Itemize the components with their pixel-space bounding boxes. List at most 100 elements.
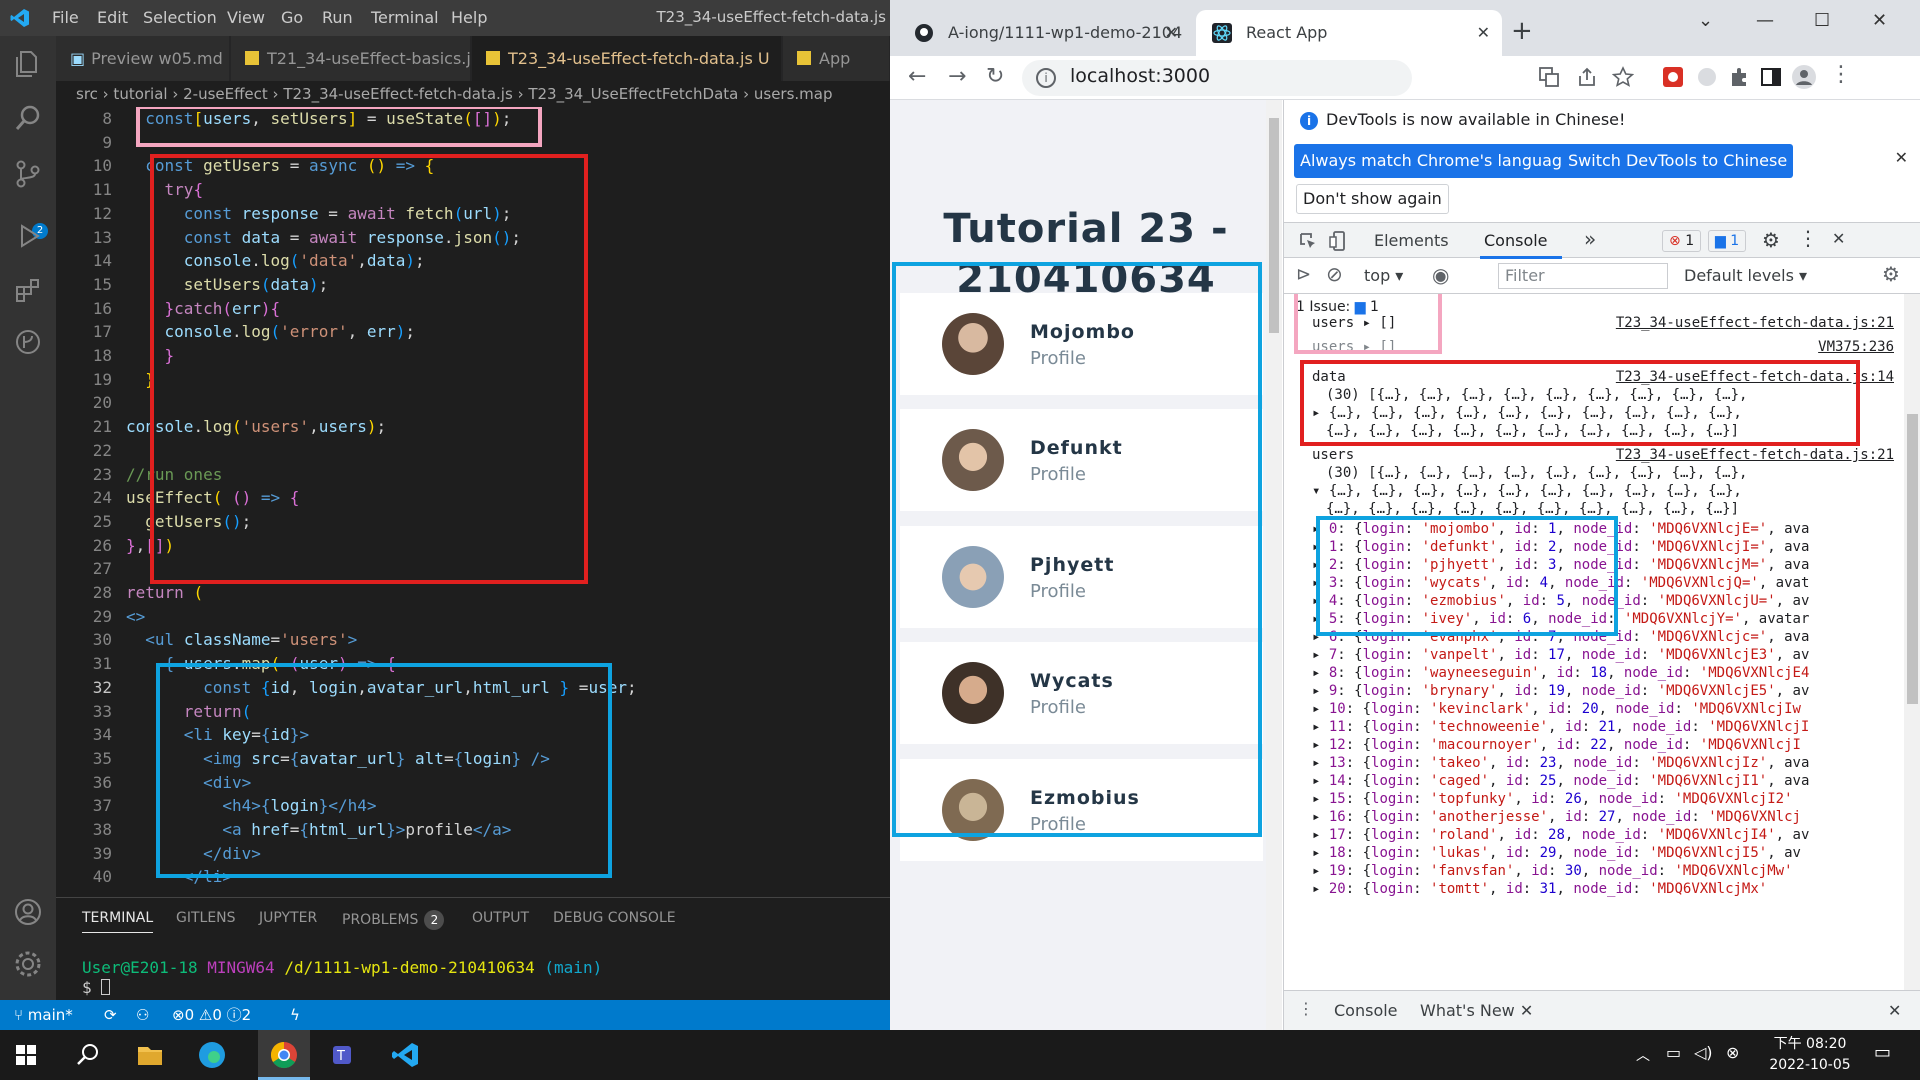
expand-arrow-icon[interactable]: ▸ <box>1312 881 1329 897</box>
expand-arrow-icon[interactable]: ▸ <box>1312 575 1329 591</box>
forward-arrow-icon[interactable]: → <box>948 64 966 89</box>
expand-arrow-icon[interactable]: ▸ <box>1312 809 1329 825</box>
expand-arrow-icon[interactable]: ▸ <box>1312 773 1329 789</box>
code-line[interactable]: setUsers(data); <box>126 273 329 297</box>
explorer-icon[interactable] <box>12 48 44 80</box>
profile-link[interactable]: Profile <box>1030 697 1086 718</box>
panel-tab-terminal[interactable]: TERMINAL <box>82 910 154 933</box>
menu-help[interactable]: Help <box>451 8 487 27</box>
code-line[interactable]: <h4>{login}</h4> <box>126 794 376 818</box>
close-devtools-icon[interactable]: ✕ <box>1832 229 1845 248</box>
volume-icon[interactable]: ◁) <box>1694 1043 1713 1062</box>
code-editor[interactable]: 8 const[users, setUsers] = useState([]);… <box>56 107 890 897</box>
code-line[interactable]: console.log('data',data); <box>126 249 425 273</box>
code-line[interactable]: },[]) <box>126 534 174 558</box>
side-panel-icon[interactable] <box>1760 66 1782 88</box>
chrome-icon[interactable] <box>264 1035 304 1075</box>
drawer-tab-whats-new[interactable]: What's New ✕ <box>1420 1001 1533 1020</box>
expand-arrow-icon[interactable]: ▸ <box>1312 611 1329 627</box>
code-line[interactable]: <div> <box>126 771 251 795</box>
code-line[interactable]: const response = await fetch(url); <box>126 202 512 226</box>
console-filter-input[interactable]: Filter <box>1498 263 1668 289</box>
mute-icon[interactable]: ⊗ <box>1726 1043 1739 1062</box>
array-entry-row[interactable]: ▸ 9: {login: 'brynary', id: 19, node_id:… <box>1284 682 1904 700</box>
tab-console[interactable]: Console <box>1484 231 1548 250</box>
console-settings-icon[interactable]: ⚙ <box>1882 262 1900 286</box>
array-entry-row[interactable]: ▸ 6: {login: 'evanphx', id: 7, node_id: … <box>1284 628 1904 646</box>
maximize-button[interactable]: ☐ <box>1814 10 1830 31</box>
console-message[interactable]: users ▸ [] VM375:236 <box>1284 338 1904 356</box>
panel-tab-problems[interactable]: PROBLEMS 2 <box>342 910 445 930</box>
extensions-puzzle-icon[interactable] <box>1728 66 1750 88</box>
expand-arrow-icon[interactable]: ▸ <box>1312 629 1329 645</box>
array-entry-row[interactable]: ▸ 2: {login: 'pjhyett', id: 3, node_id: … <box>1284 556 1904 574</box>
profile-link[interactable]: Profile <box>1030 581 1086 602</box>
settings-gear-icon[interactable] <box>12 948 44 980</box>
code-line[interactable]: <img src={avatar_url} alt={login} /> <box>126 747 550 771</box>
close-tab-icon[interactable]: ✕ <box>1165 10 1178 56</box>
log-levels-select[interactable]: Default levels ▾ <box>1684 266 1807 285</box>
gitlens-icon[interactable] <box>12 326 44 358</box>
chrome-menu-icon[interactable]: ⋮ <box>1830 62 1852 87</box>
code-line[interactable]: } <box>126 368 155 392</box>
close-tab-icon[interactable]: ✕ <box>780 49 781 68</box>
context-select[interactable]: top ▾ <box>1364 266 1403 285</box>
drawer-menu-icon[interactable]: ⋮ <box>1298 999 1314 1018</box>
extension-red-icon[interactable] <box>1662 66 1684 88</box>
console-output[interactable]: 1 Issue: ▆ 1 users ▸ [] T23_34-useEffect-… <box>1284 294 1904 990</box>
sidebar-toggle-icon[interactable]: ⊳ <box>1296 264 1311 285</box>
array-entry-row[interactable]: ▸ 17: {login: 'roland', id: 28, node_id:… <box>1284 826 1904 844</box>
code-line[interactable]: useEffect( () => { <box>126 486 299 510</box>
code-line[interactable]: }catch(err){ <box>126 297 281 321</box>
site-info-icon[interactable]: i <box>1036 68 1056 88</box>
code-line[interactable]: <a href={html_url}>profile</a> <box>126 818 511 842</box>
lightning-icon[interactable]: ϟ <box>290 1000 300 1030</box>
windows-start-icon[interactable] <box>6 1035 46 1075</box>
array-entry-row[interactable]: ▸ 7: {login: 'vanpelt', id: 17, node_id:… <box>1284 646 1904 664</box>
code-line[interactable]: </div> <box>126 842 261 866</box>
page-scrollbar-thumb[interactable] <box>1269 118 1279 333</box>
terminal-input-line[interactable]: $ <box>82 978 111 997</box>
network-icon[interactable]: ▭ <box>1666 1043 1681 1062</box>
menu-edit[interactable]: Edit <box>97 8 128 27</box>
search-icon[interactable] <box>68 1035 108 1075</box>
expand-arrow-icon[interactable]: ▸ <box>1312 791 1329 807</box>
panel-tab-debug-console[interactable]: DEBUG CONSOLE <box>553 910 676 926</box>
breadcrumb[interactable]: src › tutorial › 2-useEffect › T23_34-us… <box>56 81 890 107</box>
menu-run[interactable]: Run <box>322 8 353 27</box>
expand-arrow-icon[interactable]: ▸ <box>1312 755 1329 771</box>
console-array-preview[interactable]: {…}, {…}, {…}, {…}, {…}, {…}, {…}, {…}, … <box>1284 422 1904 440</box>
array-entry-row[interactable]: ▸ 8: {login: 'wayneeseguin', id: 18, nod… <box>1284 664 1904 682</box>
array-entry-row[interactable]: ▸ 0: {login: 'mojombo', id: 1, node_id: … <box>1284 520 1904 538</box>
page-scrollbar[interactable] <box>1266 100 1282 1030</box>
code-line[interactable]: try{ <box>126 178 204 202</box>
array-entry-row[interactable]: ▸ 15: {login: 'topfunky', id: 26, node_i… <box>1284 790 1904 808</box>
minimize-button[interactable]: — <box>1756 10 1774 31</box>
close-info-icon[interactable]: ✕ <box>1895 148 1908 167</box>
back-arrow-icon[interactable]: ← <box>908 64 926 89</box>
expand-arrow-icon[interactable]: ▸ <box>1312 863 1329 879</box>
close-window-button[interactable]: ✕ <box>1872 10 1887 31</box>
array-entry-row[interactable]: ▸ 14: {login: 'caged', id: 25, node_id: … <box>1284 772 1904 790</box>
device-toolbar-icon[interactable] <box>1328 230 1348 252</box>
tab-app[interactable]: App <box>783 36 890 81</box>
bookmark-star-icon[interactable] <box>1612 66 1634 88</box>
drawer-tab-console[interactable]: Console <box>1334 1001 1398 1020</box>
array-entry-row[interactable]: ▸ 19: {login: 'fanvsfan', id: 30, node_i… <box>1284 862 1904 880</box>
code-line[interactable]: //run ones <box>126 463 222 487</box>
panel-tab-output[interactable]: OUTPUT <box>472 910 529 926</box>
expand-arrow-icon[interactable]: ▸ <box>1312 539 1329 555</box>
expand-arrow-icon[interactable]: ▸ <box>1312 557 1329 573</box>
profile-link[interactable]: Profile <box>1030 814 1086 835</box>
code-line[interactable]: } <box>126 344 175 368</box>
error-count-badge[interactable]: ⊗ 1 <box>1662 230 1702 252</box>
array-entry-row[interactable]: ▸ 1: {login: 'defunkt', id: 2, node_id: … <box>1284 538 1904 556</box>
code-line[interactable]: </li> <box>126 865 232 889</box>
gitlens-status-icon[interactable]: ⚇ <box>136 1000 149 1030</box>
array-entry-row[interactable]: ▸ 4: {login: 'ezmobius', id: 5, node_id:… <box>1284 592 1904 610</box>
profile-link[interactable]: Profile <box>1030 348 1086 369</box>
settings-gear-icon[interactable]: ⚙ <box>1762 228 1780 252</box>
console-array-preview[interactable]: ▾ {…}, {…}, {…}, {…}, {…}, {…}, {…}, {…}… <box>1284 482 1904 500</box>
taskbar-clock[interactable]: 下午 08:20 2022-10-05 <box>1750 1034 1870 1076</box>
kebab-menu-icon[interactable]: ⋮ <box>1798 226 1818 250</box>
